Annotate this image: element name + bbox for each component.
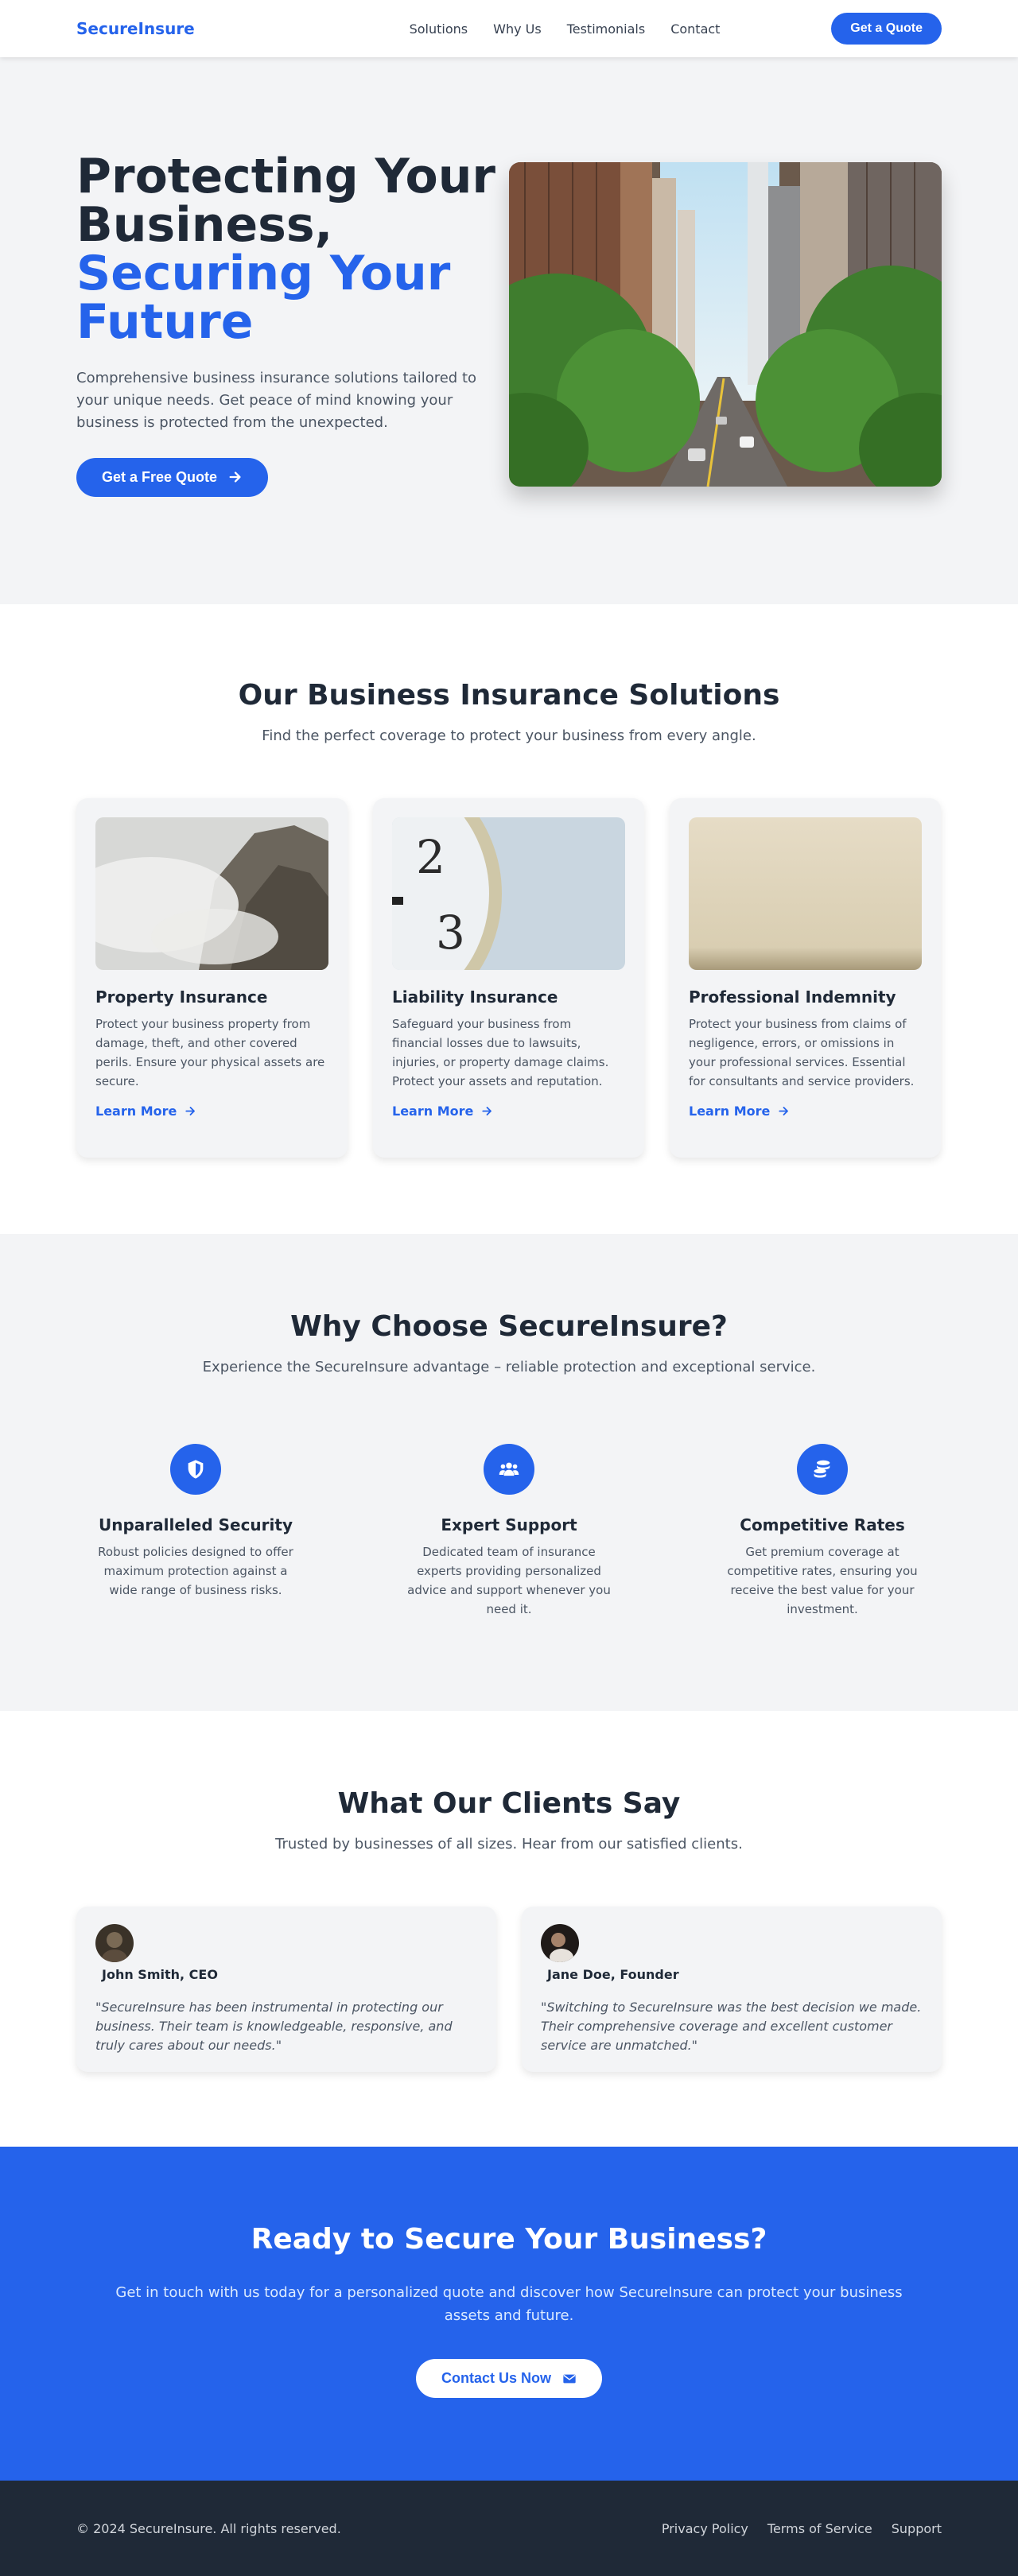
- svg-text:2: 2: [416, 830, 445, 884]
- indemnity-image: [689, 817, 922, 970]
- footer-link-privacy[interactable]: Privacy Policy: [662, 2521, 748, 2536]
- logo[interactable]: SecureInsure: [76, 19, 195, 38]
- nav-testimonials[interactable]: Testimonials: [567, 21, 646, 37]
- users-icon-badge: [484, 1444, 534, 1495]
- nav-why-us[interactable]: Why Us: [493, 21, 542, 37]
- hero-title-accent: Securing Your Future: [76, 245, 451, 350]
- testimonial-name: Jane Doe, Founder: [547, 1967, 679, 1982]
- why-subtitle: Experience the SecureInsure advantage – …: [202, 1359, 816, 1375]
- footer-links: Privacy Policy Terms of Service Support: [662, 2521, 942, 2536]
- solutions-title: Our Business Insurance Solutions: [238, 679, 780, 712]
- learn-more-link[interactable]: Learn More: [689, 1104, 790, 1119]
- footer-link-terms[interactable]: Terms of Service: [767, 2521, 872, 2536]
- card-title: Liability Insurance: [392, 987, 558, 1007]
- learn-more-link[interactable]: Learn More: [392, 1104, 493, 1119]
- feature-title: Competitive Rates: [740, 1515, 905, 1534]
- solutions-cards: Property Insurance Protect your business…: [76, 798, 942, 1158]
- hero-content: Protecting Your Business, Securing Your …: [76, 152, 506, 497]
- liability-image: 2 3: [392, 817, 625, 970]
- testimonial-cards: John Smith, CEO "SecureInsure has been i…: [76, 1907, 942, 2072]
- testimonial-quote: "SecureInsure has been instrumental in p…: [95, 2000, 453, 2053]
- contact-us-label: Contact Us Now: [441, 2370, 551, 2386]
- card-text: Safeguard your business from financial l…: [392, 1017, 609, 1088]
- feature-text: Robust policies designed to offer maximu…: [98, 1545, 293, 1597]
- coins-icon: [814, 1460, 830, 1478]
- avatar: [95, 1924, 134, 1962]
- card-text: Protect your business from claims of neg…: [689, 1017, 915, 1088]
- free-quote-button[interactable]: Get a Free Quote: [76, 457, 269, 497]
- solution-card-indemnity: Professional Indemnity Protect your busi…: [670, 798, 941, 1158]
- feature-rates: Competitive Rates Get premium coverage a…: [703, 1444, 942, 1619]
- nav-contact[interactable]: Contact: [670, 21, 720, 37]
- solutions-section: Our Business Insurance Solutions Find th…: [0, 604, 1018, 1234]
- testimonials-subtitle: Trusted by businesses of all sizes. Hear…: [275, 1836, 743, 1852]
- envelope-icon: [563, 2374, 576, 2383]
- cta-text: Get in touch with us today for a persona…: [115, 2284, 903, 2324]
- users-icon: [499, 1462, 519, 1476]
- arrow-right-icon: [482, 1107, 492, 1115]
- card-title: Property Insurance: [95, 987, 268, 1007]
- svg-text:3: 3: [436, 906, 465, 960]
- testimonials-section: What Our Clients Say Trusted by business…: [0, 1711, 1018, 2147]
- coins-icon-badge: [797, 1444, 848, 1495]
- testimonials-title: What Our Clients Say: [337, 1787, 681, 1820]
- solutions-subtitle: Find the perfect coverage to protect you…: [262, 727, 756, 744]
- get-quote-button[interactable]: Get a Quote: [831, 13, 942, 45]
- copyright: © 2024 SecureInsure. All rights reserved…: [76, 2520, 341, 2536]
- feature-support: Expert Support Dedicated team of insuran…: [390, 1444, 628, 1619]
- learn-more-link[interactable]: Learn More: [95, 1104, 196, 1119]
- hero-title: Protecting Your Business, Securing Your …: [76, 152, 506, 350]
- arrow-right-icon: [229, 471, 241, 483]
- shield-icon: [188, 1460, 204, 1479]
- nav-solutions[interactable]: Solutions: [410, 21, 468, 37]
- feature-title: Unparalleled Security: [98, 1515, 293, 1534]
- hero-subtitle: Comprehensive business insurance solutio…: [76, 369, 477, 431]
- solution-card-liability: 2 3 Liability Insurance Safeguard your b…: [373, 798, 644, 1158]
- feature-title: Expert Support: [441, 1515, 577, 1534]
- cta-title: Ready to Secure Your Business?: [251, 2223, 767, 2256]
- shield-icon-badge: [170, 1444, 221, 1495]
- learn-more-label: Learn More: [689, 1104, 771, 1119]
- contact-us-button[interactable]: Contact Us Now: [415, 2359, 602, 2398]
- card-title: Professional Indemnity: [689, 987, 896, 1007]
- feature-text: Get premium coverage at competitive rate…: [727, 1545, 918, 1616]
- avatar: [541, 1924, 579, 1962]
- why-section: Why Choose SecureInsure? Experience the …: [0, 1234, 1018, 1711]
- arrow-right-icon: [185, 1107, 196, 1115]
- testimonial-quote: "Switching to SecureInsure was the best …: [541, 2000, 922, 2053]
- learn-more-label: Learn More: [392, 1104, 474, 1119]
- testimonial-name: John Smith, CEO: [102, 1967, 218, 1982]
- cta-section: Ready to Secure Your Business? Get in to…: [0, 2147, 1018, 2481]
- features-list: Unparalleled Security Robust policies de…: [76, 1444, 942, 1619]
- testimonial-card: Jane Doe, Founder "Switching to SecureIn…: [522, 1907, 942, 2072]
- arrow-right-icon: [779, 1107, 789, 1115]
- site-header: SecureInsure Solutions Why Us Testimonia…: [0, 0, 1018, 57]
- feature-security: Unparalleled Security Robust policies de…: [76, 1444, 315, 1619]
- testimonial-card: John Smith, CEO "SecureInsure has been i…: [76, 1907, 496, 2072]
- card-text: Protect your business property from dama…: [95, 1017, 325, 1088]
- feature-text: Dedicated team of insurance experts prov…: [407, 1545, 611, 1616]
- learn-more-label: Learn More: [95, 1104, 177, 1119]
- hero-title-line2: Business,: [76, 196, 333, 253]
- property-image: [95, 817, 328, 970]
- hero-section: Protecting Your Business, Securing Your …: [0, 57, 1018, 604]
- free-quote-label: Get a Free Quote: [102, 468, 218, 485]
- why-title: Why Choose SecureInsure?: [290, 1310, 728, 1343]
- solution-card-property: Property Insurance Protect your business…: [76, 798, 348, 1158]
- footer-link-support[interactable]: Support: [892, 2521, 942, 2536]
- main-nav: Solutions Why Us Testimonials Contact: [410, 21, 721, 37]
- hero-city-image: [509, 162, 942, 487]
- site-footer: © 2024 SecureInsure. All rights reserved…: [0, 2481, 1018, 2576]
- hero-title-line1: Protecting Your: [76, 148, 495, 204]
